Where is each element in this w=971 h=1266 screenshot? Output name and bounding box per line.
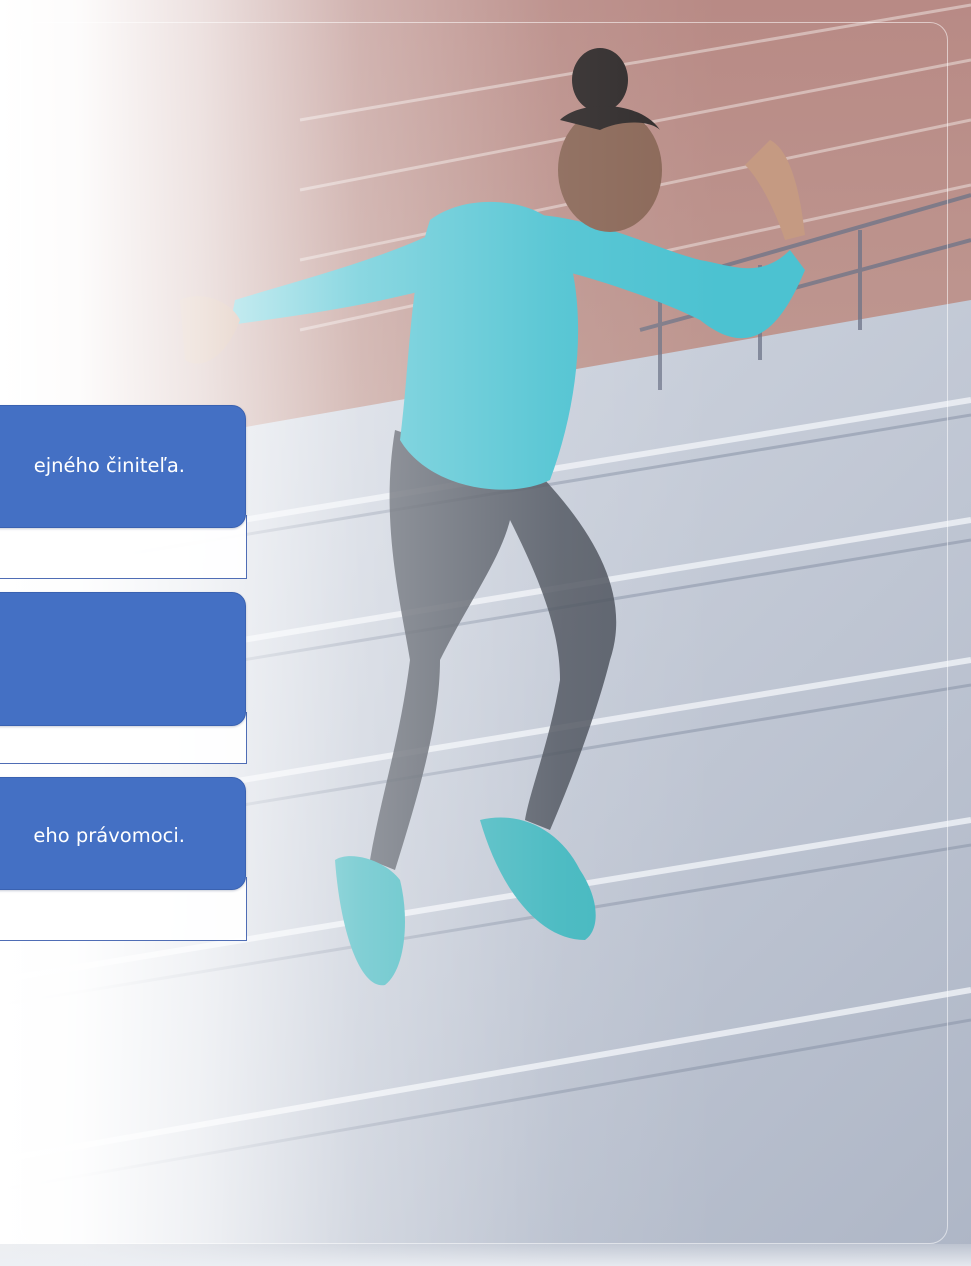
card-2-header: [0, 592, 246, 726]
card-1-text: ejného činiteľa.: [33, 454, 185, 477]
text-card-1: ejného činiteľa.: [0, 405, 247, 579]
text-card-3: eho právomoci.: [0, 777, 247, 941]
card-1-header: ejného činiteľa.: [0, 405, 246, 528]
text-card-2: [0, 592, 247, 764]
card-3-header: eho právomoci.: [0, 777, 246, 890]
slide: ejného činiteľa. eho právomoci.: [0, 0, 971, 1266]
bottom-edge: [0, 1244, 971, 1266]
card-3-text: eho právomoci.: [33, 824, 185, 847]
